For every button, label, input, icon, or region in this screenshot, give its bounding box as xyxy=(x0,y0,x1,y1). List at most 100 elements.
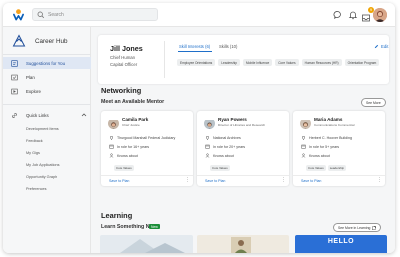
more-options-icon[interactable]: ⋮ xyxy=(377,178,382,183)
skill-chip: Human Resources (HR) xyxy=(301,59,342,66)
quick-link-my-job-applications[interactable]: My Job Applications xyxy=(26,163,60,167)
mentor-role: Chief Justice xyxy=(122,123,140,127)
mentor-skill-chips: Core Values xyxy=(210,165,230,171)
sidebar-item-plan[interactable]: Plan xyxy=(3,71,91,83)
mentor-skill-chips: Core Values xyxy=(114,165,134,171)
career-hub-icon xyxy=(12,34,26,47)
mentor-knows-about: Knows about xyxy=(301,153,330,158)
search-icon xyxy=(37,11,45,19)
location-pin-icon xyxy=(205,135,210,140)
skill-chip: Mobile Influence xyxy=(243,59,273,66)
compass-icon xyxy=(11,88,18,94)
learning-thumbnail[interactable] xyxy=(197,235,289,253)
tab-skills[interactable]: Skills (10) xyxy=(219,44,237,49)
inbox-icon xyxy=(362,14,370,22)
skill-chip: Core Values xyxy=(275,59,299,66)
tab-skill-interests[interactable]: Skill Interests (6) xyxy=(179,44,210,49)
mentor-role: Director of Libraries and Research xyxy=(218,123,266,127)
active-tab-indicator xyxy=(178,51,212,52)
mentor-card[interactable]: Ryan Powers Director of Libraries and Re… xyxy=(197,111,289,186)
search-input[interactable]: Search xyxy=(32,8,158,21)
save-to-plan-link[interactable]: Save to Plan xyxy=(301,179,321,183)
quick-link-preferences[interactable]: Preferences xyxy=(26,187,46,191)
person-icon xyxy=(301,153,306,158)
mentor-location: Thurgood Marshall Federal Judiciary xyxy=(109,135,175,140)
chat-icon[interactable] xyxy=(333,10,343,20)
quick-link-development-items[interactable]: Development Items xyxy=(26,127,59,131)
mentor-tenure: In role for 5+ years xyxy=(301,144,339,149)
user-photo-icon xyxy=(373,8,387,22)
skill-chip: Core Values xyxy=(210,165,230,171)
profile-divider xyxy=(164,41,165,78)
inbox-button[interactable]: 9 xyxy=(361,7,374,22)
more-options-icon[interactable]: ⋮ xyxy=(185,178,190,183)
sidebar-item-suggestions[interactable]: Suggestions for You xyxy=(3,57,91,69)
career-hub-title: Career Hub xyxy=(35,37,68,45)
quick-links-label: Quick Links xyxy=(26,113,49,118)
quick-links-toggle[interactable]: Quick Links xyxy=(11,112,87,119)
search-placeholder: Search xyxy=(48,12,64,18)
save-to-plan-link[interactable]: Save to Plan xyxy=(205,179,225,183)
see-more-learning-label: See More in Learning xyxy=(338,225,371,230)
sidebar-item-label: Suggestions for You xyxy=(26,60,66,66)
mentor-skill-chips: Core Values Leadership xyxy=(306,165,347,171)
skill-chips: Employee Orientations Leadership Mobile … xyxy=(177,59,380,66)
sidebar-item-explore[interactable]: Explore xyxy=(3,85,91,97)
networking-heading: Networking xyxy=(101,86,142,95)
sidebar-divider xyxy=(3,54,91,55)
quick-link-my-gigs[interactable]: My Gigs xyxy=(26,151,40,155)
edit-button[interactable]: Edit xyxy=(374,44,388,49)
app-window: Search 9 Career Hub Suggestions for You … xyxy=(3,3,395,253)
location-pin-icon xyxy=(301,135,306,140)
save-to-plan-link[interactable]: Save to Plan xyxy=(109,179,129,183)
pencil-icon xyxy=(374,44,379,49)
avatar[interactable] xyxy=(373,8,387,22)
mentor-knows-about: Knows about xyxy=(109,153,138,158)
skill-chip: Orientation Program xyxy=(344,59,380,66)
avatar xyxy=(108,118,119,129)
top-bar: Search 9 xyxy=(3,3,395,27)
career-hub-header[interactable]: Career Hub xyxy=(12,33,68,49)
lightbulb-icon xyxy=(11,59,18,67)
see-more-mentors-button[interactable]: See More xyxy=(361,98,386,107)
calendar-icon xyxy=(205,144,210,149)
quick-link-opportunity-graph[interactable]: Opportunity Graph xyxy=(26,175,57,179)
skill-chip: Core Values xyxy=(114,165,134,171)
mentor-card[interactable]: Camila Park Chief Justice Thurgood Marsh… xyxy=(101,111,193,186)
profile-card: Jill Jones Chief Human Capital Officer S… xyxy=(98,35,389,84)
mentor-tenure: In role for 20+ years xyxy=(205,144,245,149)
learning-thumbnail[interactable] xyxy=(100,235,193,253)
skill-chip: Leadership xyxy=(327,165,347,171)
learning-thumbnail[interactable]: HELLO xyxy=(295,235,387,253)
chevron-up-icon xyxy=(81,113,87,117)
external-link-icon xyxy=(372,225,377,230)
skill-chip: Leadership xyxy=(218,59,241,66)
card-divider xyxy=(197,175,289,176)
mentor-name: Camila Park xyxy=(122,117,149,122)
avatar xyxy=(204,118,215,129)
person-icon xyxy=(109,153,114,158)
mentor-card[interactable]: Maria Adams Communications Commercial He… xyxy=(293,111,385,186)
calendar-icon xyxy=(301,144,306,149)
quick-link-feedback[interactable]: Feedback xyxy=(26,139,43,143)
skill-chip: Employee Orientations xyxy=(177,59,216,66)
sidebar-item-label: Explore xyxy=(26,88,41,94)
avatar xyxy=(300,118,311,129)
profile-name: Jill Jones xyxy=(110,44,143,53)
mentor-location: National Archives xyxy=(205,135,241,140)
sidebar-item-label: Plan xyxy=(26,74,35,80)
mentor-name: Ryan Powers xyxy=(218,117,247,122)
mentor-knows-about: Knows about xyxy=(205,153,234,158)
skill-chip: Core Values xyxy=(306,165,326,171)
mentor-tenure: In role for 16+ years xyxy=(109,144,149,149)
workday-logo[interactable] xyxy=(12,8,25,21)
new-badge: New xyxy=(149,224,160,229)
calendar-icon xyxy=(109,144,114,149)
location-pin-icon xyxy=(109,135,114,140)
more-options-icon[interactable]: ⋮ xyxy=(281,178,286,183)
thumbnail-hello-text: HELLO xyxy=(327,238,355,245)
bell-icon[interactable] xyxy=(348,10,358,20)
see-more-learning-button[interactable]: See More in Learning xyxy=(333,223,382,232)
sidebar-divider xyxy=(3,104,91,105)
mentor-name: Maria Adams xyxy=(314,117,343,122)
